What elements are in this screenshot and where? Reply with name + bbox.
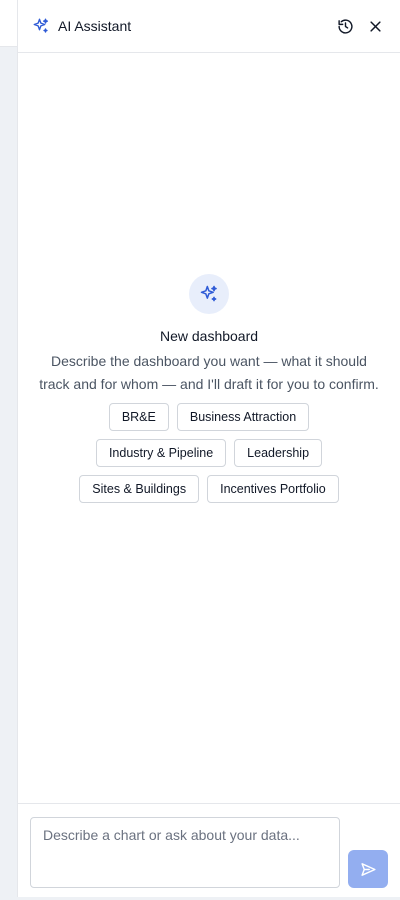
empty-state-description: Describe the dashboard you want — what i… xyxy=(39,353,379,392)
header-title-group: AI Assistant xyxy=(32,17,334,35)
history-button[interactable] xyxy=(334,15,356,37)
suggestion-chip-bre[interactable]: BR&E xyxy=(108,403,169,431)
history-icon xyxy=(337,18,354,35)
chat-body: New dashboard Describe the dashboard you… xyxy=(18,53,400,803)
sparkle-icon xyxy=(32,17,50,35)
header-actions xyxy=(334,15,386,37)
backdrop-header-strip xyxy=(0,0,17,47)
composer xyxy=(18,803,400,897)
empty-state: New dashboard Describe the dashboard you… xyxy=(18,274,400,503)
panel-header: AI Assistant xyxy=(18,0,400,53)
suggestion-chips: BR&E Business Attraction Industry & Pipe… xyxy=(79,403,339,503)
close-button[interactable] xyxy=(364,15,386,37)
empty-state-icon-circle xyxy=(189,274,229,314)
suggestion-row: BR&E Business Attraction xyxy=(108,403,310,431)
message-input[interactable] xyxy=(30,817,340,888)
suggestion-row: Industry & Pipeline Leadership xyxy=(95,439,323,467)
close-icon xyxy=(368,19,383,34)
suggestion-chip-incentives-portfolio[interactable]: Incentives Portfolio xyxy=(207,475,339,503)
suggestion-chip-business-attraction[interactable]: Business Attraction xyxy=(176,403,310,431)
send-icon xyxy=(360,861,377,878)
suggestion-chip-leadership[interactable]: Leadership xyxy=(234,439,323,467)
sparkle-icon xyxy=(199,284,219,304)
page-backdrop xyxy=(0,0,17,900)
suggestion-row: Sites & Buildings Incentives Portfolio xyxy=(79,475,339,503)
suggestion-chip-sites-buildings[interactable]: Sites & Buildings xyxy=(79,475,200,503)
assistant-panel: AI Assistant New dashboard Describe the … xyxy=(17,0,400,897)
empty-state-title: New dashboard xyxy=(159,328,259,344)
suggestion-chip-industry-pipeline[interactable]: Industry & Pipeline xyxy=(95,439,227,467)
send-button[interactable] xyxy=(348,850,388,888)
panel-title: AI Assistant xyxy=(58,18,132,34)
